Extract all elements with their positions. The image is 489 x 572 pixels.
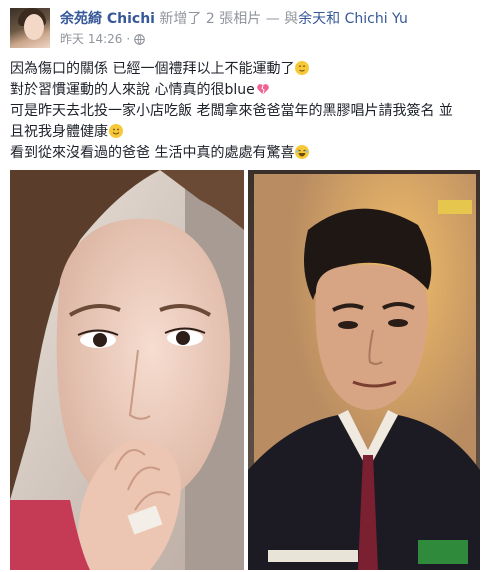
post-line: 對於習慣運動的人來說 心情真的很blue	[10, 80, 480, 101]
post-body-text: 因為傷口的關係 已經一個禮拜以上不能運動了 對於習慣運動的人來說 心情真的很bl…	[10, 59, 480, 164]
smiling-face-emoji-icon	[109, 124, 123, 138]
photo-grid	[10, 170, 480, 570]
post-line: 可是昨天去北投一家小店吃飯 老闆拿來爸爸當年的黑膠唱片請我簽名 並	[10, 101, 480, 122]
album-cover-photo[interactable]	[248, 170, 480, 570]
post-action-text: 新增了 2 張相片 — 與	[154, 11, 299, 27]
facebook-post: 余苑綺 Chichi 新增了 2 張相片 — 與余天和 Chichi Yu 昨天…	[0, 0, 489, 572]
post-timestamp[interactable]: 昨天 14:26	[60, 31, 122, 47]
post-headline: 余苑綺 Chichi 新增了 2 張相片 — 與余天和 Chichi Yu	[60, 10, 408, 28]
tagged-people-link[interactable]: 余天和 Chichi Yu	[298, 11, 408, 27]
post-line-text: 對於習慣運動的人來說 心情真的很blue	[10, 82, 255, 98]
author-name-link[interactable]: 余苑綺 Chichi	[60, 11, 155, 27]
author-avatar[interactable]	[10, 8, 50, 48]
post-line-text: 因為傷口的關係 已經一個禮拜以上不能運動了	[10, 61, 295, 77]
post-header: 余苑綺 Chichi 新增了 2 張相片 — 與余天和 Chichi Yu 昨天…	[10, 8, 480, 52]
post-line: 且祝我身體健康	[10, 122, 480, 143]
meta-separator: ·	[126, 32, 131, 46]
relieved-face-emoji-icon	[295, 61, 310, 75]
broken-heart-emoji-icon	[256, 82, 270, 96]
post-meta: 昨天 14:26 ·	[60, 31, 146, 47]
post-line-text: 且祝我身體健康	[10, 124, 108, 140]
globe-icon[interactable]	[134, 31, 146, 47]
selfie-photo[interactable]	[10, 170, 244, 570]
post-line-text: 可是昨天去北投一家小店吃飯 老闆拿來爸爸當年的黑膠唱片請我簽名 並	[10, 103, 453, 119]
post-line: 因為傷口的關係 已經一個禮拜以上不能運動了	[10, 59, 480, 80]
laughing-face-emoji-icon	[295, 145, 310, 159]
avatar-face	[24, 14, 44, 40]
post-line: 看到從來沒看過的爸爸 生活中真的處處有驚喜	[10, 143, 480, 164]
post-line-text: 看到從來沒看過的爸爸 生活中真的處處有驚喜	[10, 145, 295, 161]
